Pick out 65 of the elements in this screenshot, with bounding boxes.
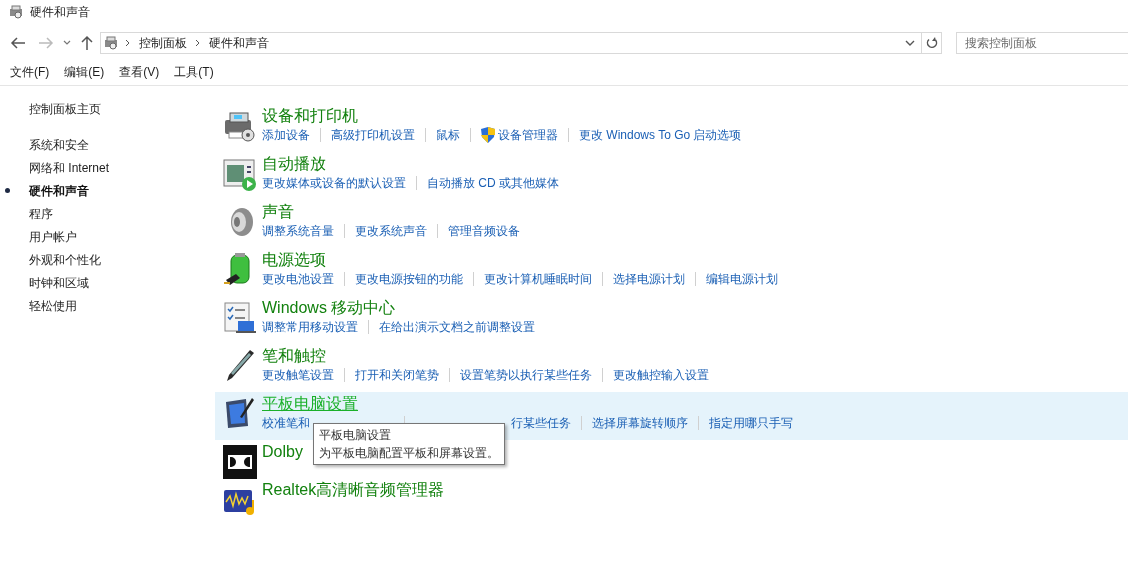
control-panel-icon [102, 35, 119, 51]
category-title[interactable]: Dolby [262, 442, 303, 462]
menu-item[interactable]: 查看(V) [119, 62, 160, 81]
autoplay-icon [222, 156, 258, 192]
refresh-icon [925, 37, 938, 49]
chevron-down-icon[interactable] [61, 39, 72, 47]
task-link[interactable]: 更改触笔设置 [262, 366, 334, 384]
address-bar[interactable]: 控制面板 硬件和声音 [99, 32, 923, 54]
refresh-button[interactable] [922, 32, 942, 54]
menu-item[interactable]: 文件(F) [10, 62, 50, 81]
task-link[interactable]: 设置笔势以执行某些任务 [460, 366, 592, 384]
shield-icon [481, 127, 495, 143]
task-link[interactable]: 更改系统声音 [355, 222, 427, 240]
task-link[interactable]: 在给出演示文档之前调整设置 [379, 318, 535, 336]
category-title[interactable]: Realtek高清晰音频管理器 [262, 480, 445, 500]
task-link[interactable]: 更改媒体或设备的默认设置 [262, 174, 406, 192]
category-title[interactable]: 电源选项 [262, 250, 326, 270]
task-link[interactable]: 设备管理器 [498, 126, 558, 144]
category-title[interactable]: Windows 移动中心 [262, 298, 396, 318]
sidebar-link[interactable]: 系统和安全 [29, 135, 89, 154]
task-link[interactable]: 指定用哪只手写 [709, 414, 793, 432]
menu-item[interactable]: 编辑(E) [64, 62, 105, 81]
dropdown-icon[interactable] [905, 39, 916, 47]
task-link[interactable]: 自动播放 CD 或其他媒体 [427, 174, 559, 192]
dolby-logo-icon [222, 444, 258, 480]
task-link[interactable]: 校准笔和 [262, 414, 310, 432]
task-link[interactable]: 鼠标 [436, 126, 460, 144]
sidebar-link[interactable]: 控制面板主页 [0, 100, 215, 123]
task-link[interactable]: 高级打印机设置 [331, 126, 415, 144]
breadcrumb[interactable]: 控制面板 [136, 34, 189, 52]
sidebar-link[interactable]: 网络和 Internet [29, 158, 110, 177]
task-link[interactable]: 编辑电源计划 [706, 270, 778, 288]
task-link[interactable]: 添加设备 [262, 126, 310, 144]
search-field[interactable]: 搜索控制面板 [956, 32, 1128, 54]
category-title[interactable]: 声音 [262, 202, 294, 222]
tooltip-text: 为平板电脑配置平板和屏幕设置。 [319, 445, 499, 462]
sidebar-link[interactable]: 时钟和区域 [29, 273, 89, 292]
task-link[interactable]: 更改计算机睡眠时间 [484, 270, 592, 288]
task-link[interactable]: 更改 Windows To Go 启动选项 [579, 126, 742, 144]
sidebar-link[interactable]: 轻松使用 [29, 296, 77, 315]
sidebar-link[interactable]: 程序 [29, 204, 53, 223]
sidebar-link[interactable]: 硬件和声音 [29, 181, 89, 200]
task-link[interactable]: 选择电源计划 [613, 270, 685, 288]
task-link[interactable]: 打开和关闭笔势 [355, 366, 439, 384]
category-title[interactable]: 自动播放 [262, 154, 326, 174]
menu-item[interactable]: 工具(T) [174, 62, 214, 81]
mobility-center-icon [222, 300, 258, 336]
category-title[interactable]: 笔和触控 [262, 346, 326, 366]
task-link[interactable]: 更改触控输入设置 [613, 366, 709, 384]
task-link[interactable]: 行某些任务 [511, 414, 571, 432]
task-link[interactable]: 管理音频设备 [448, 222, 520, 240]
up-arrow-icon[interactable] [79, 35, 94, 51]
sidebar-link[interactable]: 外观和个性化 [29, 250, 101, 269]
task-link[interactable]: 更改电池设置 [262, 270, 334, 288]
sidebar-link[interactable]: 用户帐户 [29, 227, 77, 246]
task-link[interactable]: 选择屏幕旋转顺序 [592, 414, 688, 432]
window-title: 硬件和声音 [30, 4, 90, 21]
task-link[interactable]: 调整常用移动设置 [262, 318, 358, 336]
task-link[interactable]: 更改电源按钮的功能 [355, 270, 463, 288]
category-title[interactable]: 设备和打印机 [262, 106, 358, 126]
chevron-right-icon [124, 39, 131, 47]
chevron-right-icon [194, 39, 201, 47]
control-panel-icon [8, 4, 24, 20]
breadcrumb[interactable]: 硬件和声音 [206, 34, 271, 52]
task-link[interactable]: 调整系统音量 [262, 222, 334, 240]
